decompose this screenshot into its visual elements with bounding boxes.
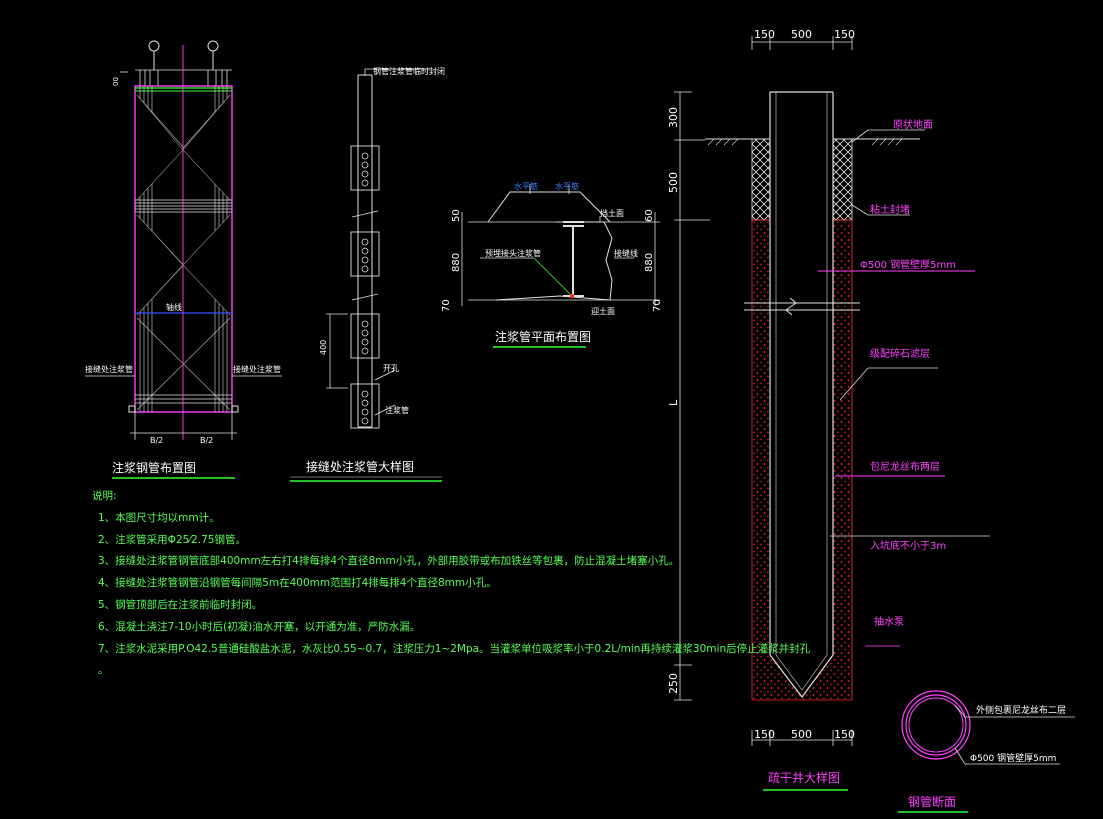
grout-pipe-layout-drawing (85, 40, 282, 440)
note-item: 2、注浆管采用Φ25⁄2.75钢管。 (98, 533, 246, 546)
label-joint-hole: 开孔 (383, 364, 399, 373)
label-pipe-right: 接缝处注浆管 (233, 364, 281, 374)
dim-plan-880-right: 880 (644, 253, 655, 272)
grout-pipe-plan-drawing (461, 184, 660, 306)
title-joint-detail: 接缝处注浆管大样图 (306, 459, 414, 474)
dim-plan-50-left: 50 (451, 209, 462, 222)
label-plan-waterstop-2: 水平筋 (555, 181, 579, 191)
label-gravel-filter: 级配碎石滤层 (870, 347, 930, 360)
dim-well-L: L (667, 399, 680, 406)
label-joint-dim: 400 (319, 340, 328, 355)
note-item-continuation: 。 (98, 664, 109, 677)
note-item: 7、注浆水泥采用P.O42.5普通硅酸盐水泥，水灰比0.55~0.7，注浆压力1… (98, 642, 811, 655)
label-plan-grout-pipe: 预埋接头注浆管 (485, 248, 541, 258)
dim-well-top-150-right: 150 (834, 28, 855, 41)
label-plan-soil-bottom: 迎土面 (591, 306, 615, 316)
dim-well-300: 300 (667, 107, 680, 128)
label-section-outer: 外侧包裹尼龙丝布二层 (976, 704, 1066, 716)
dim-plan-70-left: 70 (441, 299, 452, 312)
label-top-mark: 00 (112, 77, 120, 86)
title-well-detail: 疏干井大样图 (768, 770, 840, 785)
label-joint-pipe: 注浆管 (385, 405, 409, 415)
title-grout-pipe-layout: 注浆钢管布置图 (112, 460, 196, 475)
label-steel-pipe: Φ500 钢管壁厚5mm (860, 258, 956, 271)
cad-drawing-canvas: 注浆钢管布置图 接缝处注浆管大样图 注浆管平面布置图 疏干井大样图 钢管断面 接… (0, 0, 1103, 819)
joint-grout-pipe-detail-drawing (326, 68, 430, 429)
dim-well-500: 500 (667, 172, 680, 193)
dim-well-bottom-500: 500 (791, 728, 812, 741)
dim-half-right: B/2 (200, 436, 213, 445)
cad-drawing: 注浆钢管布置图 接缝处注浆管大样图 注浆管平面布置图 疏干井大样图 钢管断面 接… (85, 28, 1075, 813)
title-grout-plan: 注浆管平面布置图 (495, 329, 591, 344)
note-item: 1、本图尺寸均以mm计。 (98, 511, 220, 524)
label-embed-depth: 入坑底不小于3m (870, 539, 946, 552)
label-original-ground: 原状地面 (893, 118, 933, 131)
label-section-pipe: Φ500 钢管壁厚5mm (970, 752, 1056, 764)
label-plan-soil-top: 挡土面 (600, 208, 624, 218)
notes-block: 说明: 1、本图尺寸均以mm计。 2、注浆管采用Φ25⁄2.75钢管。 3、接缝… (92, 486, 811, 682)
dim-half-left: B/2 (150, 436, 163, 445)
label-clay-seal: 粘土封堵 (870, 203, 910, 216)
note-item: 3、接缝处注浆管钢管底部400mm左右打4排每排4个直径8mm小孔，外部用胶带或… (98, 555, 680, 568)
dewatering-well-detail-drawing (674, 36, 990, 746)
label-joint-top: 钢管注浆管临时封闭 (373, 66, 445, 76)
label-plan-waterstop-1: 水平筋 (514, 181, 538, 191)
label-pump: 抽水泵 (874, 615, 904, 628)
note-item: 5、钢管顶部后在注浆前临时封闭。 (98, 598, 263, 611)
label-plan-joint: 接缝线 (614, 248, 638, 258)
dim-well-top-500: 500 (791, 28, 812, 41)
title-pipe-section: 钢管断面 (908, 794, 956, 809)
note-item: 4、接缝处注浆管钢管沿钢管每间隔5m在400mm范围打4排每排4个直径8mm小孔… (98, 577, 497, 590)
label-pipe-left: 接缝处注浆管 (85, 364, 133, 374)
dim-well-top-150-left: 150 (754, 28, 775, 41)
dim-plan-60-right: 60 (644, 209, 655, 222)
dim-plan-880-left: 880 (451, 253, 462, 272)
dim-well-bottom-150-right: 150 (834, 728, 855, 741)
label-nylon-mesh: 包尼龙丝布两层 (870, 460, 940, 473)
note-item: 6、混凝土浇注7-10小时后(初凝)油水开塞，以开通为准，严防水漏。 (98, 620, 421, 633)
dim-well-bottom-150-left: 150 (754, 728, 775, 741)
label-center: 轴线 (166, 302, 182, 312)
dim-plan-70-right: 70 (652, 299, 663, 312)
notes-heading: 说明: (92, 490, 117, 502)
